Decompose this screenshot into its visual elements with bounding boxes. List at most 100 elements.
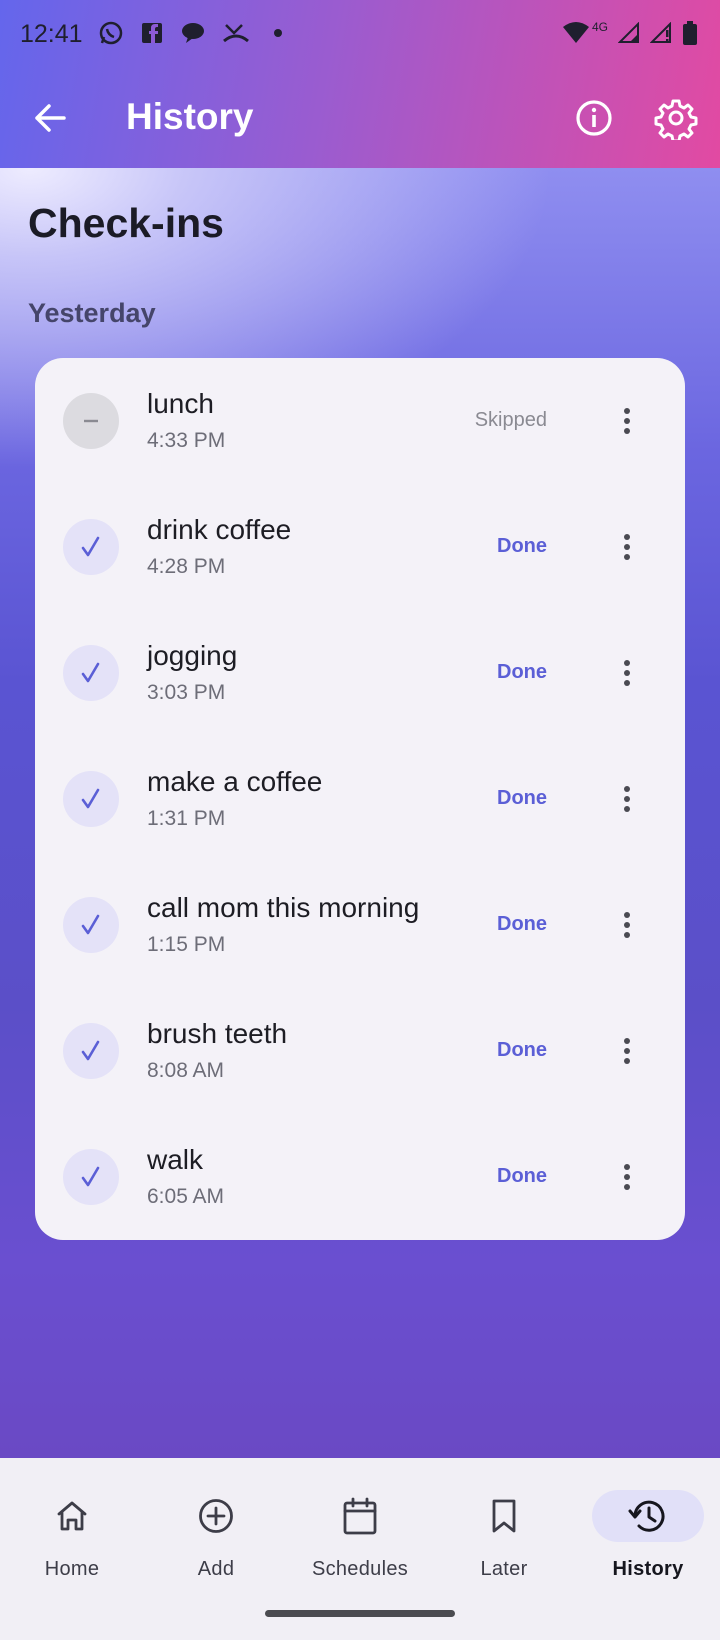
check-icon xyxy=(81,536,100,557)
checkin-title: drink coffee xyxy=(147,514,292,545)
more-options-button[interactable] xyxy=(607,401,647,441)
missed-call-icon xyxy=(223,24,249,43)
whatsapp-icon xyxy=(99,21,123,45)
checkin-time: 3:03 PM xyxy=(147,681,226,704)
checkin-time: 4:28 PM xyxy=(147,555,226,578)
more-vert-icon xyxy=(624,408,630,434)
checkin-time: 4:33 PM xyxy=(147,429,226,452)
info-button[interactable] xyxy=(572,96,616,140)
more-vert-icon xyxy=(624,660,630,686)
nav-label: History xyxy=(612,1558,684,1580)
checkin-item[interactable]: lunch 4:33 PM Skipped xyxy=(35,358,685,484)
checkin-title: make a coffee xyxy=(147,766,323,797)
more-vert-icon xyxy=(624,1164,630,1190)
check-icon xyxy=(81,1040,100,1061)
checkin-item[interactable]: call mom this morning 1:15 PM Done xyxy=(35,862,685,988)
nav-icon-container xyxy=(592,1490,704,1542)
check-icon xyxy=(81,662,100,683)
page-title: Check-ins xyxy=(28,200,224,246)
checkin-status: Done xyxy=(497,535,547,557)
calendar-icon xyxy=(343,1497,377,1535)
done-badge xyxy=(63,771,119,827)
battery-icon xyxy=(683,21,697,45)
checkin-item[interactable]: walk 6:05 AM Done xyxy=(35,1114,685,1240)
signal-icon xyxy=(618,22,639,43)
dot-icon xyxy=(274,29,282,37)
more-options-button[interactable] xyxy=(607,527,647,567)
wifi-icon xyxy=(562,22,589,43)
checkin-item[interactable]: make a coffee 1:31 PM Done xyxy=(35,736,685,862)
system-icons: 4G xyxy=(562,20,698,46)
done-badge xyxy=(63,1023,119,1079)
checkin-time: 1:31 PM xyxy=(147,807,226,830)
nav-item-add[interactable]: Add xyxy=(144,1490,288,1600)
check-icon xyxy=(81,788,100,809)
arrow-back-icon xyxy=(35,104,66,132)
checkin-title: jogging xyxy=(147,640,238,671)
checkin-status: Done xyxy=(497,661,547,683)
section-label: Yesterday xyxy=(28,298,156,328)
checkin-status: Skipped xyxy=(474,409,547,431)
checkin-title: call mom this morning xyxy=(147,892,420,923)
network-label: 4G xyxy=(591,20,608,34)
nav-icon-container xyxy=(468,1490,540,1542)
app-bar-title: History xyxy=(126,96,254,137)
back-button[interactable] xyxy=(28,96,72,140)
home-indicator[interactable] xyxy=(265,1610,455,1617)
checkin-item[interactable]: brush teeth 8:08 AM Done xyxy=(35,988,685,1114)
signal-alert-icon xyxy=(650,22,671,43)
more-vert-icon xyxy=(624,786,630,812)
app-header: 12:41 4G History xyxy=(0,0,720,168)
settings-button[interactable] xyxy=(654,96,698,143)
content-area[interactable]: Check-ins Yesterday lunch 4:33 PM Skippe… xyxy=(0,168,720,1458)
checkin-title: brush teeth xyxy=(147,1018,288,1049)
checkin-time: 8:08 AM xyxy=(147,1059,225,1082)
checkin-status: Done xyxy=(497,1039,547,1061)
checkin-time: 1:15 PM xyxy=(147,933,226,956)
nav-item-home[interactable]: Home xyxy=(0,1490,144,1600)
checkin-status: Done xyxy=(497,913,547,935)
check-icon xyxy=(81,914,100,935)
more-options-button[interactable] xyxy=(607,653,647,693)
done-badge xyxy=(63,1149,119,1205)
info-icon xyxy=(576,100,612,136)
status-time: 12:41 xyxy=(20,20,83,48)
checkins-card: lunch 4:33 PM Skipped drink coffee 4:28 … xyxy=(35,358,685,1240)
more-options-button[interactable] xyxy=(607,1031,647,1071)
add-circle-icon xyxy=(199,1499,233,1533)
more-options-button[interactable] xyxy=(607,1157,647,1197)
checkin-status: Done xyxy=(497,787,547,809)
nav-icon-container xyxy=(36,1490,108,1542)
more-options-button[interactable] xyxy=(607,779,647,819)
nav-item-schedules[interactable]: Schedules xyxy=(288,1490,432,1600)
facebook-icon xyxy=(142,23,162,43)
check-icon xyxy=(81,1166,100,1187)
checkin-item[interactable]: jogging 3:03 PM Done xyxy=(35,610,685,736)
nav-icon-container xyxy=(180,1490,252,1542)
notification-icons xyxy=(98,20,290,46)
checkin-item[interactable]: drink coffee 4:28 PM Done xyxy=(35,484,685,610)
nav-icon-container xyxy=(324,1490,396,1542)
more-vert-icon xyxy=(624,534,630,560)
gear-icon xyxy=(654,99,698,143)
bookmark-icon xyxy=(492,1499,516,1533)
history-icon xyxy=(628,1500,665,1532)
status-bar: 12:41 4G xyxy=(0,0,720,70)
skipped-badge xyxy=(63,393,119,449)
nav-item-later[interactable]: Later xyxy=(432,1490,576,1600)
nav-label: Home xyxy=(44,1558,100,1580)
home-icon xyxy=(57,1501,87,1531)
chat-bubble-icon xyxy=(182,23,204,43)
checkin-status: Done xyxy=(497,1165,547,1187)
done-badge xyxy=(63,645,119,701)
nav-label: Add xyxy=(197,1558,235,1580)
nav-item-history[interactable]: History xyxy=(576,1490,720,1600)
minus-icon xyxy=(84,419,98,423)
more-options-button[interactable] xyxy=(607,905,647,945)
checkin-time: 6:05 AM xyxy=(147,1185,225,1208)
nav-label: Later xyxy=(480,1558,528,1580)
nav-label: Schedules xyxy=(311,1558,409,1580)
more-vert-icon xyxy=(624,912,630,938)
checkin-title: walk xyxy=(147,1144,204,1175)
done-badge xyxy=(63,897,119,953)
